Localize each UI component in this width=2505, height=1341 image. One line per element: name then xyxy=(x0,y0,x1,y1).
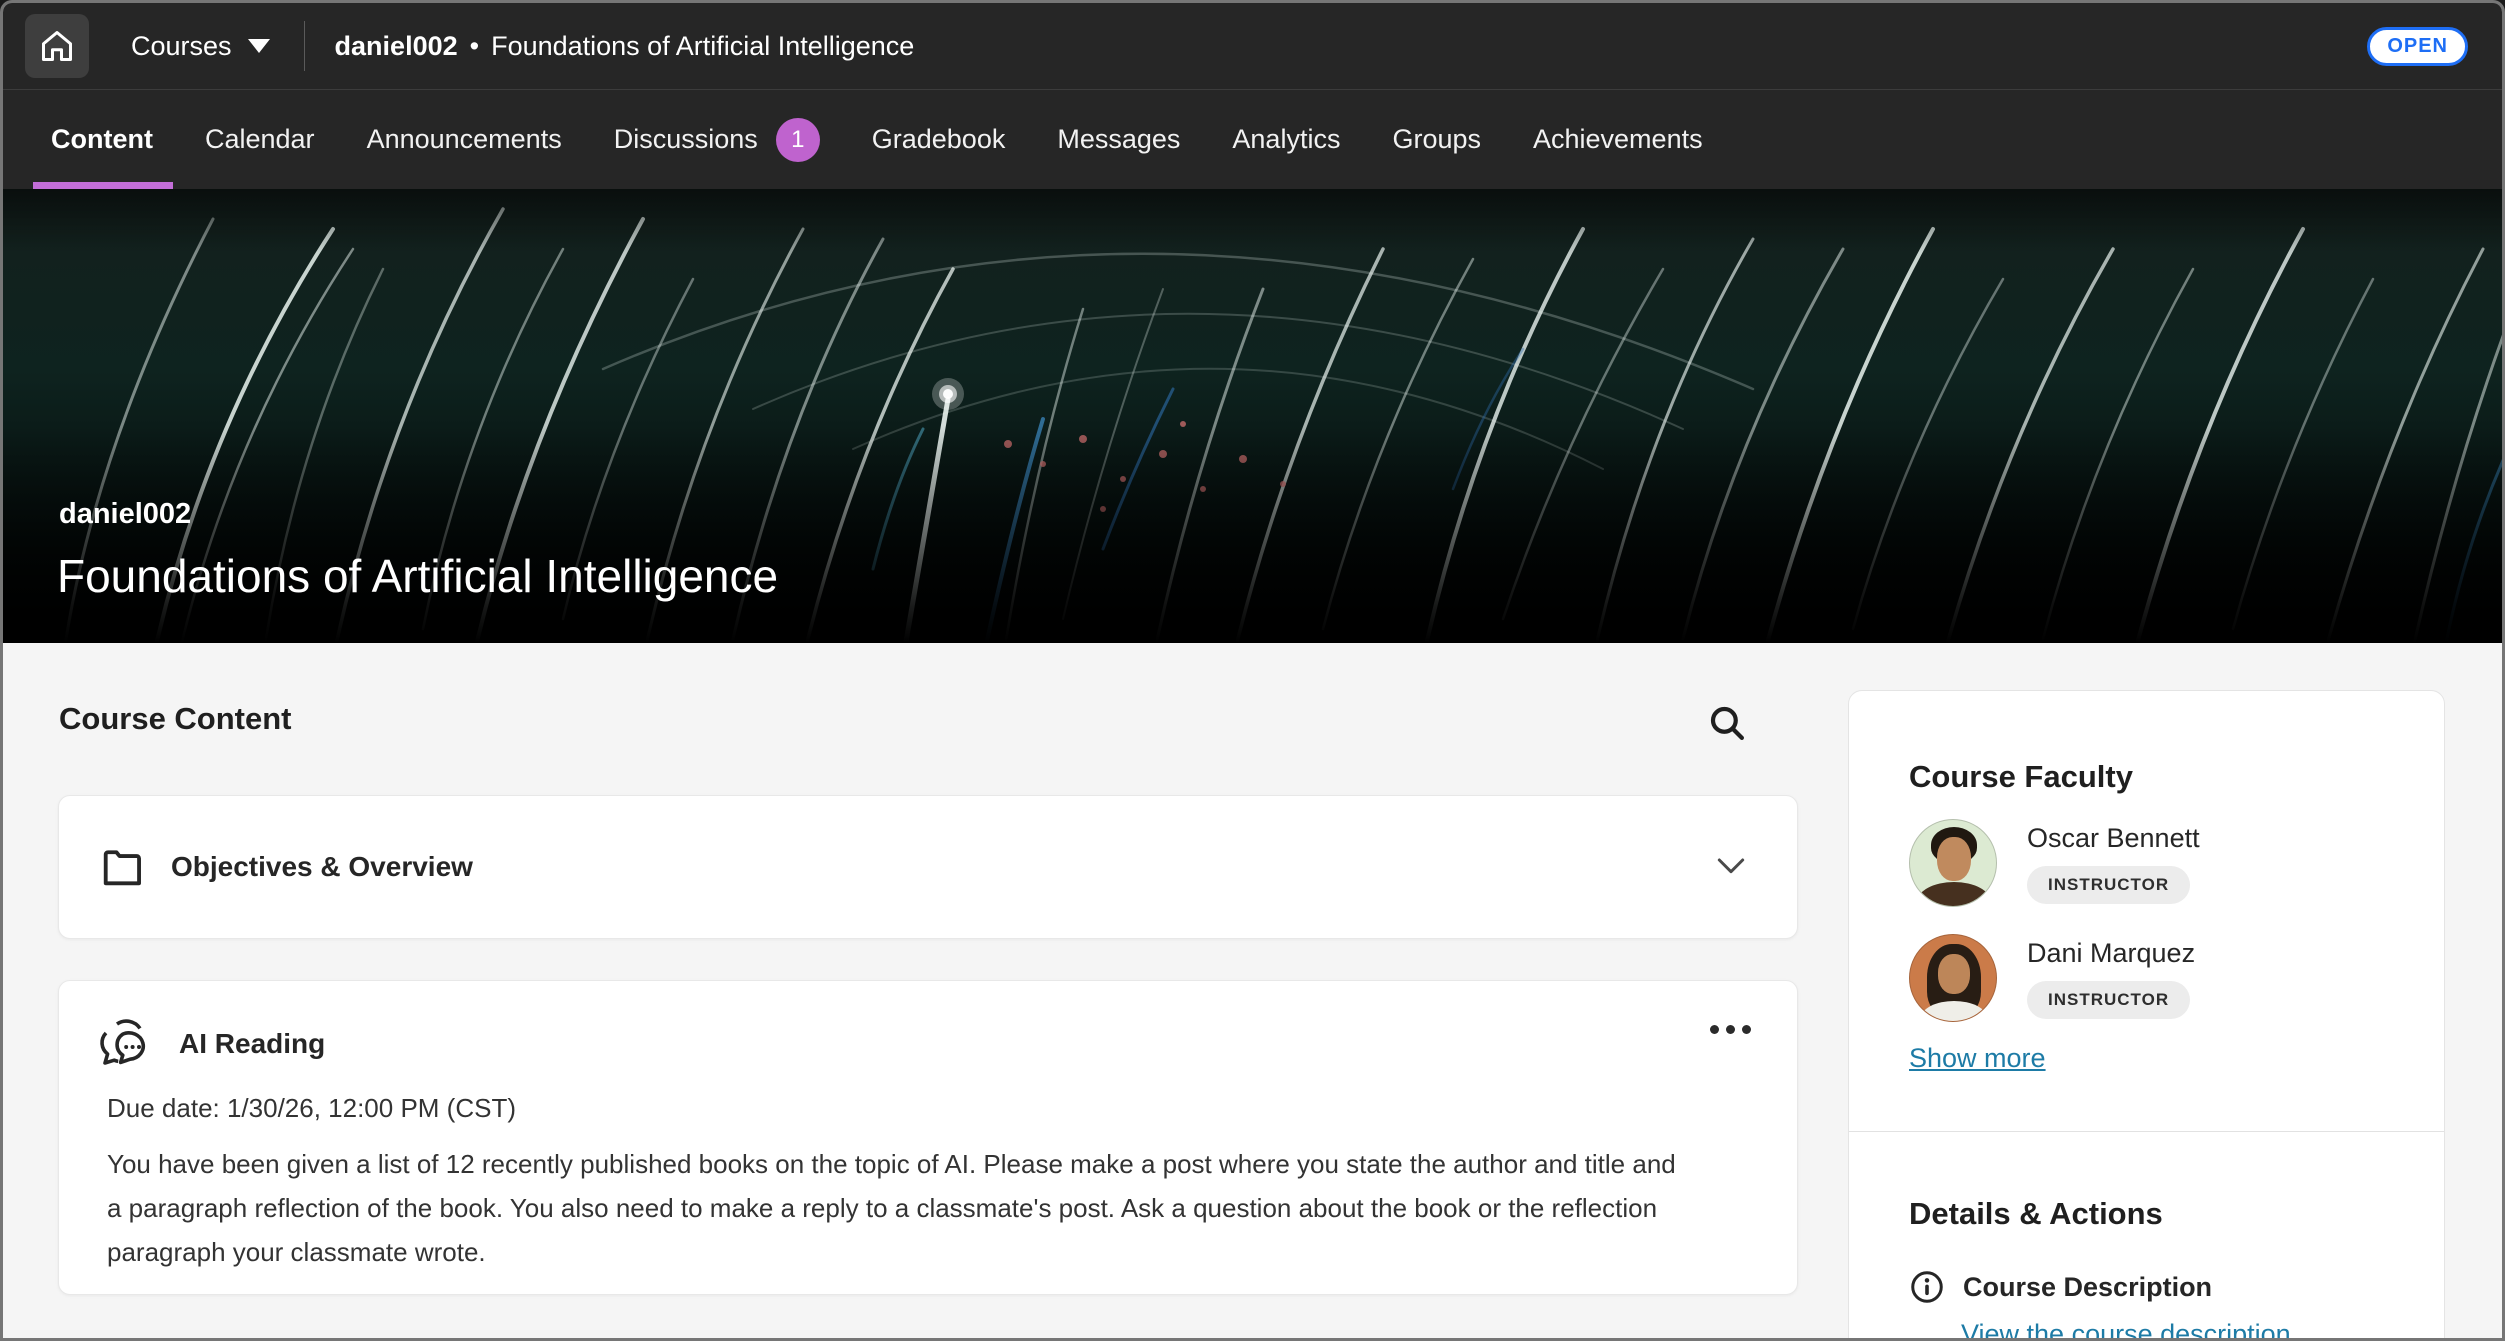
course-banner: daniel002 Foundations of Artificial Inte… xyxy=(3,189,2502,643)
breadcrumb-separator: • xyxy=(470,31,479,62)
course-faculty-heading: Course Faculty xyxy=(1909,759,2444,795)
courses-dropdown[interactable]: Courses xyxy=(131,31,270,62)
course-description-row: Course Description xyxy=(1909,1269,2212,1305)
tab-discussions-label: Discussions xyxy=(614,124,758,155)
item-options-button[interactable] xyxy=(1710,1025,1751,1034)
tab-announcements[interactable]: Announcements xyxy=(367,90,562,189)
info-icon xyxy=(1909,1269,1945,1305)
tab-groups[interactable]: Groups xyxy=(1392,90,1481,189)
tab-analytics[interactable]: Analytics xyxy=(1232,90,1340,189)
faculty-name: Dani Marquez xyxy=(2027,938,2195,969)
breadcrumb: daniel002 • Foundations of Artificial In… xyxy=(335,31,915,62)
ellipsis-icon xyxy=(1726,1025,1735,1034)
course-description-label: Course Description xyxy=(1963,1272,2212,1303)
chevron-down-icon xyxy=(248,39,270,53)
tab-analytics-label: Analytics xyxy=(1232,124,1340,155)
top-bar: Courses daniel002 • Foundations of Artif… xyxy=(3,3,2502,89)
tab-discussions[interactable]: Discussions 1 xyxy=(614,90,820,189)
details-actions-heading: Details & Actions xyxy=(1909,1196,2163,1232)
banner-course-id: daniel002 xyxy=(59,498,191,531)
chevron-down-icon xyxy=(1711,845,1751,885)
discussion-header: AI Reading xyxy=(97,1017,1747,1071)
discussions-count-badge: 1 xyxy=(776,118,820,162)
home-icon xyxy=(39,28,75,64)
content-item-objectives-overview[interactable]: Objectives & Overview xyxy=(58,795,1798,939)
faculty-role-badge: INSTRUCTOR xyxy=(2027,866,2190,904)
discussion-description: You have been given a list of 12 recentl… xyxy=(107,1142,1677,1274)
tab-announcements-label: Announcements xyxy=(367,124,562,155)
course-nav: Content Calendar Announcements Discussio… xyxy=(3,89,2502,189)
tab-achievements[interactable]: Achievements xyxy=(1533,90,1703,189)
ellipsis-icon xyxy=(1742,1025,1751,1034)
topbar-divider xyxy=(304,21,305,71)
expand-folder-button[interactable] xyxy=(1711,845,1751,890)
faculty-role-badge: INSTRUCTOR xyxy=(2027,981,2190,1019)
avatar xyxy=(1909,819,1997,907)
tab-achievements-label: Achievements xyxy=(1533,124,1703,155)
tab-groups-label: Groups xyxy=(1392,124,1481,155)
search-button[interactable] xyxy=(1703,699,1751,747)
tab-calendar-label: Calendar xyxy=(205,124,315,155)
tab-content[interactable]: Content xyxy=(51,90,153,189)
folder-icon xyxy=(99,844,145,890)
browser-window: Courses daniel002 • Foundations of Artif… xyxy=(0,0,2505,1341)
banner-course-title: Foundations of Artificial Intelligence xyxy=(57,549,778,603)
content-item-ai-reading: AI Reading Due date: 1/30/26, 12:00 PM (… xyxy=(58,980,1798,1295)
course-open-status-badge[interactable]: OPEN xyxy=(2367,27,2468,66)
discussion-icon xyxy=(97,1017,157,1071)
tab-calendar[interactable]: Calendar xyxy=(205,90,315,189)
view-course-description-link[interactable]: View the course description xyxy=(1961,1319,2291,1341)
home-button[interactable] xyxy=(25,14,89,78)
avatar xyxy=(1909,934,1997,1022)
courses-label: Courses xyxy=(131,31,232,62)
faculty-row: Dani Marquez INSTRUCTOR xyxy=(1909,934,2195,1022)
breadcrumb-course-id: daniel002 xyxy=(335,31,458,62)
content-item-title: Objectives & Overview xyxy=(171,851,473,883)
discussion-title-link[interactable]: AI Reading xyxy=(179,1028,325,1060)
show-more-link[interactable]: Show more xyxy=(1909,1043,2046,1074)
faculty-row: Oscar Bennett INSTRUCTOR xyxy=(1909,819,2200,907)
ellipsis-icon xyxy=(1710,1025,1719,1034)
page-title: Course Content xyxy=(59,701,292,737)
faculty-name: Oscar Bennett xyxy=(2027,823,2200,854)
tab-content-label: Content xyxy=(51,124,153,155)
tab-messages[interactable]: Messages xyxy=(1057,90,1180,189)
search-icon xyxy=(1706,702,1748,744)
tab-gradebook-label: Gradebook xyxy=(872,124,1006,155)
due-date: Due date: 1/30/26, 12:00 PM (CST) xyxy=(107,1093,1747,1124)
main-area: Course Content Objectives & Overview xyxy=(3,643,2502,1341)
breadcrumb-course-title: Foundations of Artificial Intelligence xyxy=(491,31,914,62)
tab-messages-label: Messages xyxy=(1057,124,1180,155)
tab-gradebook[interactable]: Gradebook xyxy=(872,90,1006,189)
sidebar-divider xyxy=(1849,1131,2444,1132)
course-sidebar: Course Faculty Oscar Bennett INSTRUCTOR … xyxy=(1848,690,2445,1341)
